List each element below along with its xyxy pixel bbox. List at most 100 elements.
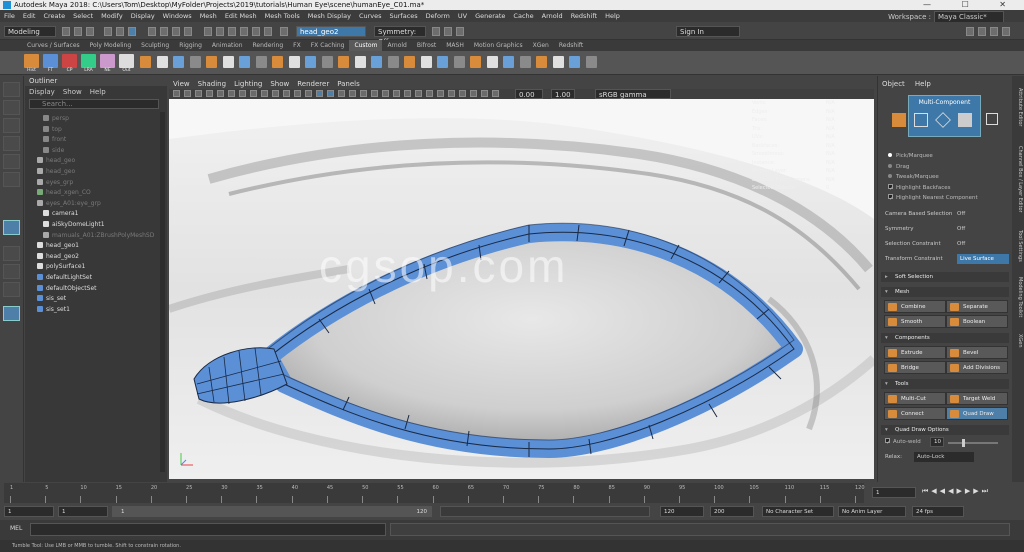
exposure-field[interactable]: 0.00 [515,89,543,99]
outliner-item[interactable]: head_geo1 [37,241,79,250]
shelf-cone-icon[interactable] [189,56,201,68]
menu-mesh-display[interactable]: Mesh Display [304,10,355,22]
outliner-item[interactable]: camera1 [43,209,78,218]
viewport-toolbar-icon[interactable] [206,90,213,97]
outliner-item[interactable]: head_geo [37,167,75,176]
menu-arnold[interactable]: Arnold [538,10,567,22]
shelf-render-icon[interactable] [519,56,531,68]
shelf-lra-icon[interactable] [81,54,96,68]
playback-controls[interactable]: ⏮◀◀◀▶▶▶⏭ [922,487,991,496]
persp-outliner-layout-icon[interactable] [3,282,20,297]
outliner-menu-display[interactable]: Display [25,88,59,96]
option-radio[interactable]: Pick/Marquee [888,152,933,161]
viewport-toolbar-icon[interactable] [371,90,378,97]
outliner-search-input[interactable]: Search... [29,99,159,109]
outliner-item[interactable]: side [43,146,64,155]
shelf-tab-sculpting[interactable]: Sculpting [136,40,174,51]
menu-mesh-tools[interactable]: Mesh Tools [261,10,304,22]
toggle-outliner-icon[interactable] [966,27,974,36]
outliner-item[interactable]: eyes_A01:eye_grp [37,199,101,208]
quad-draw-tool-icon[interactable] [3,220,20,235]
menu-set-dropdown[interactable]: Modeling [4,26,56,37]
viewport-toolbar-icon[interactable] [272,90,279,97]
shelf-tab-rigging[interactable]: Rigging [174,40,207,51]
outliner-item[interactable]: polySurface1 [37,262,85,271]
shelf-hypershade-icon[interactable] [552,56,564,68]
toolkit-property[interactable]: Symmetry Off [885,224,1007,234]
workspace-selector[interactable]: Workspace : Maya Classic* [888,11,1004,23]
color-space-dropdown[interactable]: sRGB gamma [595,89,671,99]
shelf-out-icon[interactable] [119,54,134,68]
rotate-tool-icon[interactable] [3,154,20,169]
shelf-combine-icon[interactable] [305,56,316,68]
auto-weld-value[interactable]: 10 [930,437,944,447]
shelf-tab-redshift[interactable]: Redshift [554,40,588,51]
window-controls[interactable]: — ☐ ✕ [923,0,1020,10]
shelf-uv-editor-icon[interactable] [453,56,465,68]
range-bar[interactable]: 1 120 [112,506,432,517]
menu-deform[interactable]: Deform [422,10,454,22]
time-slider-ticks[interactable]: 1 5 10 15 20 25 30 35 40 45 50 55 60 65 70 75 80 85 90 95 10… [4,483,865,503]
single-perspective-layout-icon[interactable] [3,246,20,261]
shelf-script-icon[interactable] [569,56,580,68]
hypershade-icon[interactable] [252,27,260,36]
shelf-sweep-icon[interactable] [239,56,250,68]
viewport-menu-panels[interactable]: Panels [333,80,364,88]
viewport-toolbar-icon[interactable] [481,90,488,97]
viewport-toolbar-icon[interactable] [393,90,400,97]
viewport-toolbar-icon[interactable] [415,90,422,97]
snap-surface-icon[interactable] [184,27,192,36]
viewport-toolbar-icon[interactable] [426,90,433,97]
symmetry-dropdown[interactable]: Symmetry: Off [374,26,426,46]
viewport-menu-lighting[interactable]: Lighting [230,80,266,88]
add-divisions-button[interactable]: Add Divisions [946,361,1008,374]
range-track[interactable] [440,506,650,517]
property-value[interactable]: Off [957,239,965,249]
slider-handle[interactable] [962,439,965,447]
viewport-toolbar-icon[interactable] [261,90,268,97]
outliner-menu-help[interactable]: Help [86,88,110,96]
mesh-section[interactable]: Mesh [881,287,1009,297]
outliner-item[interactable]: defaultObjectSet [37,284,97,293]
shelf-tab-arnold[interactable]: Arnold [382,40,411,51]
render-icon[interactable] [216,27,224,36]
menu-display[interactable]: Display [127,10,159,22]
viewport-toolbar-icon[interactable] [338,90,345,97]
new-scene-icon[interactable] [62,27,70,36]
viewport-menu-view[interactable]: View [169,80,194,88]
bridge-button[interactable]: Bridge [884,361,946,374]
shelf-connect-icon[interactable] [437,56,448,68]
toolkit-menu-object[interactable]: Object [882,80,915,88]
menu-create[interactable]: Create [39,10,69,22]
select-hierarchy-icon[interactable] [104,27,112,36]
side-tab-xgen[interactable]: XGen [1013,326,1023,356]
shelf-boolean-icon[interactable] [354,56,366,68]
scene-end-field[interactable]: 200 [710,506,754,517]
shelf-cp-icon[interactable] [62,54,77,68]
render-view-icon[interactable] [264,27,272,36]
shelf-tab-animation[interactable]: Animation [207,40,248,51]
auto-weld-slider[interactable] [948,439,998,447]
outliner-layout-icon[interactable] [3,306,20,321]
shelf-plane-icon[interactable] [206,56,217,68]
lasso-tool-icon[interactable] [3,100,20,115]
fps-dropdown[interactable]: 24 fps [912,506,964,517]
shelf-camera-icon[interactable] [470,56,481,68]
outliner-menu-show[interactable]: Show [59,88,86,96]
viewport-toolbar-icon[interactable] [437,90,444,97]
toggle-channel-icon[interactable] [990,27,998,36]
menu-cache[interactable]: Cache [509,10,537,22]
four-view-layout-icon[interactable] [3,264,20,279]
shelf-tab-motion-graphics[interactable]: Motion Graphics [469,40,528,51]
menu-edit-mesh[interactable]: Edit Mesh [221,10,261,22]
scale-tool-icon[interactable] [3,172,20,187]
side-tab-channel-box-layer-editor[interactable]: Channel Box / Layer Editor [1013,138,1023,220]
snap-grid-icon[interactable] [148,27,156,36]
shelf-tab-mash[interactable]: MASH [441,40,469,51]
playback-start-field[interactable]: 1 [58,506,108,517]
shelf-target-weld-icon[interactable] [420,56,432,68]
playback-end-field[interactable]: 120 [660,506,704,517]
toolkit-menu-help[interactable]: Help [915,80,941,88]
viewport-toolbar-icon[interactable] [184,90,191,97]
viewport-toolbar-icon[interactable] [173,90,180,97]
